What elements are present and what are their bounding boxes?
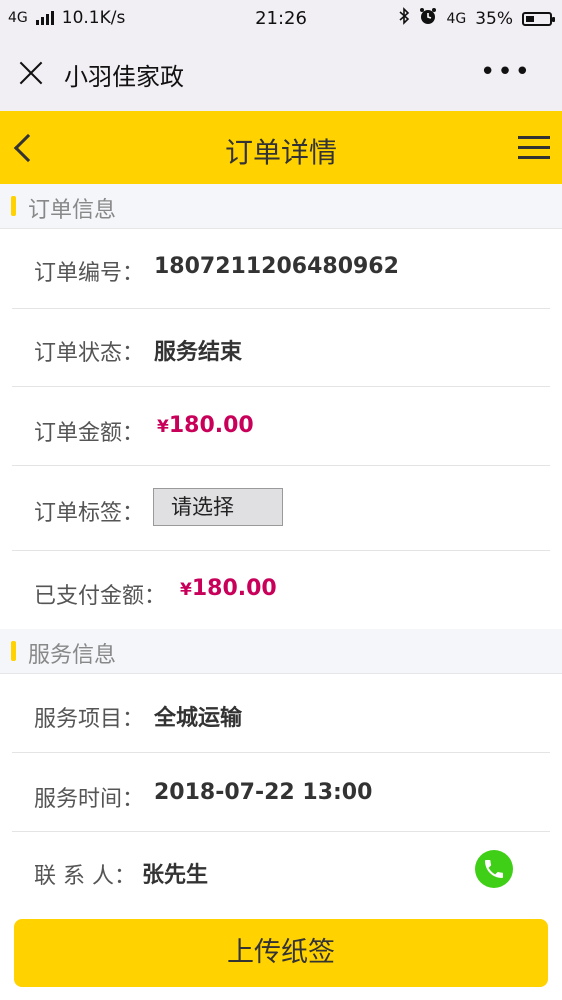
alarm-icon	[419, 7, 437, 30]
service-info-title: 服务信息	[28, 643, 117, 668]
page-title: 订单详情	[224, 136, 337, 169]
service-item-row: 服务项目： 全城运输	[12, 674, 550, 753]
more-options-icon[interactable]: •••	[480, 59, 532, 85]
order-tag-select[interactable]: 请选择	[153, 488, 283, 526]
order-amount-value: ¥180.00	[157, 413, 254, 438]
bluetooth-icon	[398, 7, 410, 30]
currency-symbol: ¥	[180, 580, 192, 600]
service-item-label: 服务项目：	[34, 707, 145, 732]
order-number-value: 1807211206480962	[154, 254, 399, 279]
order-amount-label: 订单金额：	[34, 421, 145, 446]
order-tag-label: 订单标签：	[34, 501, 145, 526]
contact-label: 联 系 人：	[34, 864, 136, 889]
upload-paper-sign-button[interactable]: 上传纸签	[14, 919, 548, 987]
order-info-title: 订单信息	[28, 198, 117, 223]
paid-amount-label: 已支付金额：	[34, 584, 167, 609]
hamburger-menu-icon[interactable]	[518, 136, 550, 160]
order-number-label: 订单编号：	[34, 261, 145, 286]
contact-row: 联 系 人： 张先生	[12, 832, 550, 905]
bottom-action-bar: 上传纸签	[0, 905, 562, 1000]
order-status-label: 订单状态：	[34, 341, 145, 366]
app-title: 小羽佳家政	[64, 63, 184, 91]
service-time-row: 服务时间： 2018-07-22 13:00	[12, 753, 550, 832]
currency-symbol: ¥	[157, 417, 169, 437]
order-info-section-header: 订单信息	[0, 184, 562, 229]
order-number-row: 订单编号： 1807211206480962	[12, 229, 550, 309]
order-amount-number: 180.00	[168, 413, 254, 438]
service-item-value: 全城运输	[154, 706, 243, 731]
order-status-row: 订单状态： 服务结束	[12, 309, 550, 387]
order-status-value: 服务结束	[154, 340, 243, 365]
battery-fill	[526, 15, 534, 22]
paid-amount-row: 已支付金额： ¥180.00	[12, 551, 550, 627]
order-tag-row: 订单标签： 请选择	[12, 466, 550, 551]
wechat-title-bar: 小羽佳家政 •••	[0, 38, 562, 111]
service-time-label: 服务时间：	[34, 787, 145, 812]
paid-amount-number: 180.00	[191, 576, 277, 601]
status-bar: 4G 10.1K/s 21:26 4G 35%	[0, 0, 562, 38]
network-type-right: 4G	[446, 10, 467, 27]
section-accent-bar	[11, 196, 16, 216]
contact-value: 张先生	[142, 863, 209, 888]
service-time-value: 2018-07-22 13:00	[154, 780, 373, 805]
paid-amount-value: ¥180.00	[180, 576, 277, 601]
order-amount-row: 订单金额： ¥180.00	[12, 387, 550, 466]
section-accent-bar	[11, 641, 16, 661]
page-header: 订单详情	[0, 111, 562, 184]
close-icon[interactable]	[18, 60, 44, 86]
service-info-section-header: 服务信息	[0, 629, 562, 674]
battery-icon	[522, 11, 555, 26]
phone-call-icon[interactable]	[475, 850, 513, 888]
battery-percent: 35%	[475, 8, 513, 29]
